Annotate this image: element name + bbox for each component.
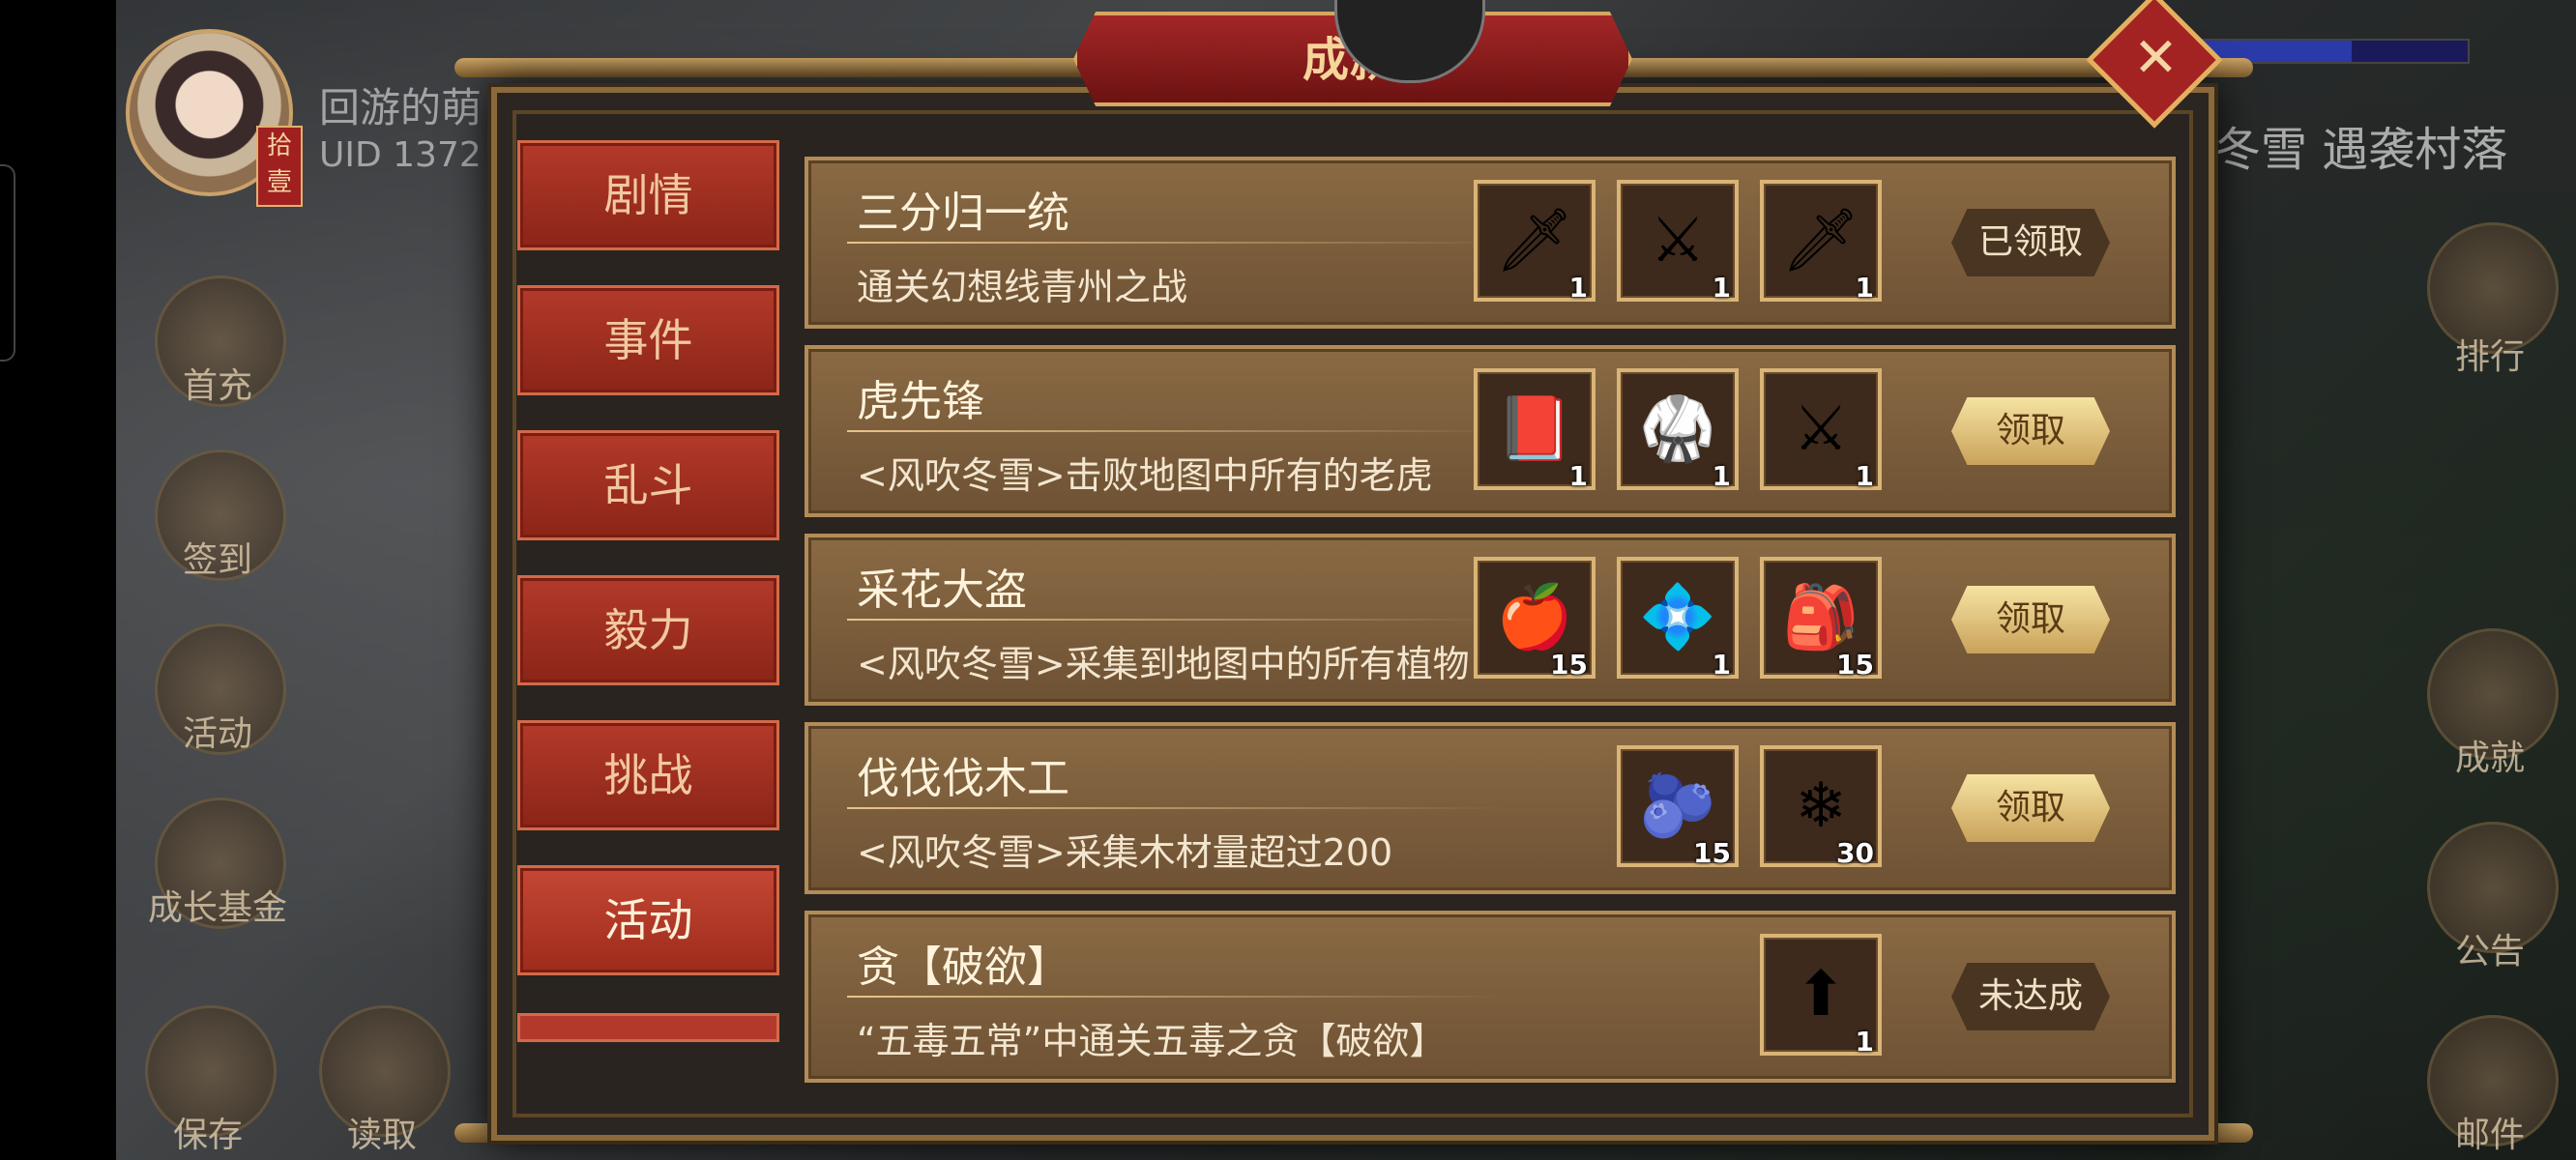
achievement-title: 采花大盗	[857, 566, 1027, 615]
first-charge-label: 首充	[182, 366, 252, 406]
achievement-title: 三分归一统	[857, 188, 1069, 238]
quest-banner[interactable]: 冬雪 遇袭村落	[2205, 106, 2576, 193]
divider	[847, 242, 1505, 244]
reward-count: 1	[1712, 460, 1731, 492]
claim-button[interactable]: 领取	[1951, 774, 2110, 842]
tab-events[interactable]: 事件	[517, 285, 779, 395]
screen-edge	[0, 164, 15, 362]
reward-book-icon[interactable]: 📕 1	[1474, 368, 1595, 492]
reward-count: 1	[1712, 272, 1731, 304]
reward-count: 1	[1855, 1026, 1874, 1058]
quest-banner-text: 冬雪 遇袭村落	[2214, 123, 2508, 177]
reward-blade-icon[interactable]: ⚔ 1	[1617, 180, 1739, 304]
sign-in-label: 签到	[182, 540, 252, 580]
reward-bag-icon[interactable]: 🎒 15	[1760, 557, 1882, 681]
tab-story[interactable]: 剧情	[517, 140, 779, 250]
reward-armor-icon[interactable]: 🥋 1	[1617, 368, 1739, 492]
reward-fruit-icon[interactable]: 🍎 15	[1474, 557, 1595, 681]
achievement-title: 伐伐伐木工	[857, 754, 1069, 803]
tab-brawl[interactable]: 乱斗	[517, 430, 779, 540]
load-label: 读取	[346, 1116, 417, 1155]
achievement-desc: <风吹冬雪>采集木材量超过200	[857, 831, 1393, 874]
reward-snowflake-icon[interactable]: ❄ 30	[1760, 745, 1882, 869]
claim-button[interactable]: 领取	[1951, 586, 2110, 653]
claimed-button: 已领取	[1951, 209, 2110, 276]
reward-count: 15	[1693, 837, 1731, 869]
divider	[847, 996, 1505, 998]
player-name: 回游的萌	[319, 84, 483, 131]
achievement-title: 贪【破欲】	[857, 942, 1069, 992]
reward-sword-icon[interactable]: 🗡 1	[1760, 180, 1882, 304]
achievement-row: 三分归一统 通关幻想线青州之战 🗡 1 ⚔ 1 🗡 1 已领取	[805, 157, 2176, 329]
achievement-desc: “五毒五常”中通关五毒之贪【破欲】	[857, 1020, 1447, 1062]
save-label: 保存	[172, 1116, 243, 1155]
notice-label: 公告	[2454, 932, 2525, 972]
achievement-desc: 通关幻想线青州之战	[857, 266, 1188, 308]
claim-button[interactable]: 领取	[1951, 397, 2110, 465]
reward-berry-icon[interactable]: 🫐 15	[1617, 745, 1739, 869]
tab-perseverance[interactable]: 毅力	[517, 575, 779, 685]
reward-count: 1	[1568, 272, 1588, 304]
not-achieved-button: 未达成	[1951, 963, 2110, 1030]
achievement-title: 虎先锋	[857, 377, 984, 426]
close-icon: ✕	[2132, 26, 2179, 90]
achievement-row: 采花大盗 <风吹冬雪>采集到地图中的所有植物 🍎 15 💠 1 🎒 15 领取	[805, 534, 2176, 706]
reward-count: 1	[1855, 272, 1874, 304]
tab-more[interactable]	[517, 1013, 779, 1042]
reward-count: 1	[1568, 460, 1588, 492]
reward-count: 1	[1855, 460, 1874, 492]
achievement-row: 虎先锋 <风吹冬雪>击败地图中所有的老虎 📕 1 🥋 1 ⚔ 1 领取	[805, 345, 2176, 517]
player-tag: 拾壹	[256, 126, 303, 207]
reward-spear-icon[interactable]: 🗡 1	[1474, 180, 1595, 304]
divider	[847, 430, 1505, 432]
achievement-desc: <风吹冬雪>采集到地图中的所有植物	[857, 643, 1470, 685]
reward-count: 1	[1712, 649, 1731, 681]
reward-count: 15	[1836, 649, 1874, 681]
reward-count: 15	[1550, 649, 1588, 681]
mail-label: 邮件	[2454, 1116, 2525, 1155]
reward-crystal-icon[interactable]: 💠 1	[1617, 557, 1739, 681]
achievement-row: 伐伐伐木工 <风吹冬雪>采集木材量超过200 🫐 15 ❄ 30 领取	[805, 722, 2176, 894]
achievement-desc: <风吹冬雪>击败地图中所有的老虎	[857, 454, 1433, 497]
event-label: 活动	[182, 714, 252, 754]
tab-challenge[interactable]: 挑战	[517, 720, 779, 830]
ranking-label: 排行	[2454, 337, 2525, 377]
tab-activity[interactable]: 活动	[517, 865, 779, 975]
growth-fund-label: 成长基金	[147, 888, 287, 928]
achievement-row: 贪【破欲】 “五毒五常”中通关五毒之贪【破欲】 ⬆ 1 未达成	[805, 911, 2176, 1083]
divider	[847, 619, 1505, 621]
divider	[847, 807, 1505, 809]
player-uid: UID 1372	[319, 135, 482, 175]
reward-count: 30	[1836, 837, 1874, 869]
reward-sword-icon[interactable]: ⚔ 1	[1760, 368, 1882, 492]
achievement-side-label: 成就	[2454, 739, 2525, 778]
reward-upgrade-icon[interactable]: ⬆ 1	[1760, 934, 1882, 1058]
